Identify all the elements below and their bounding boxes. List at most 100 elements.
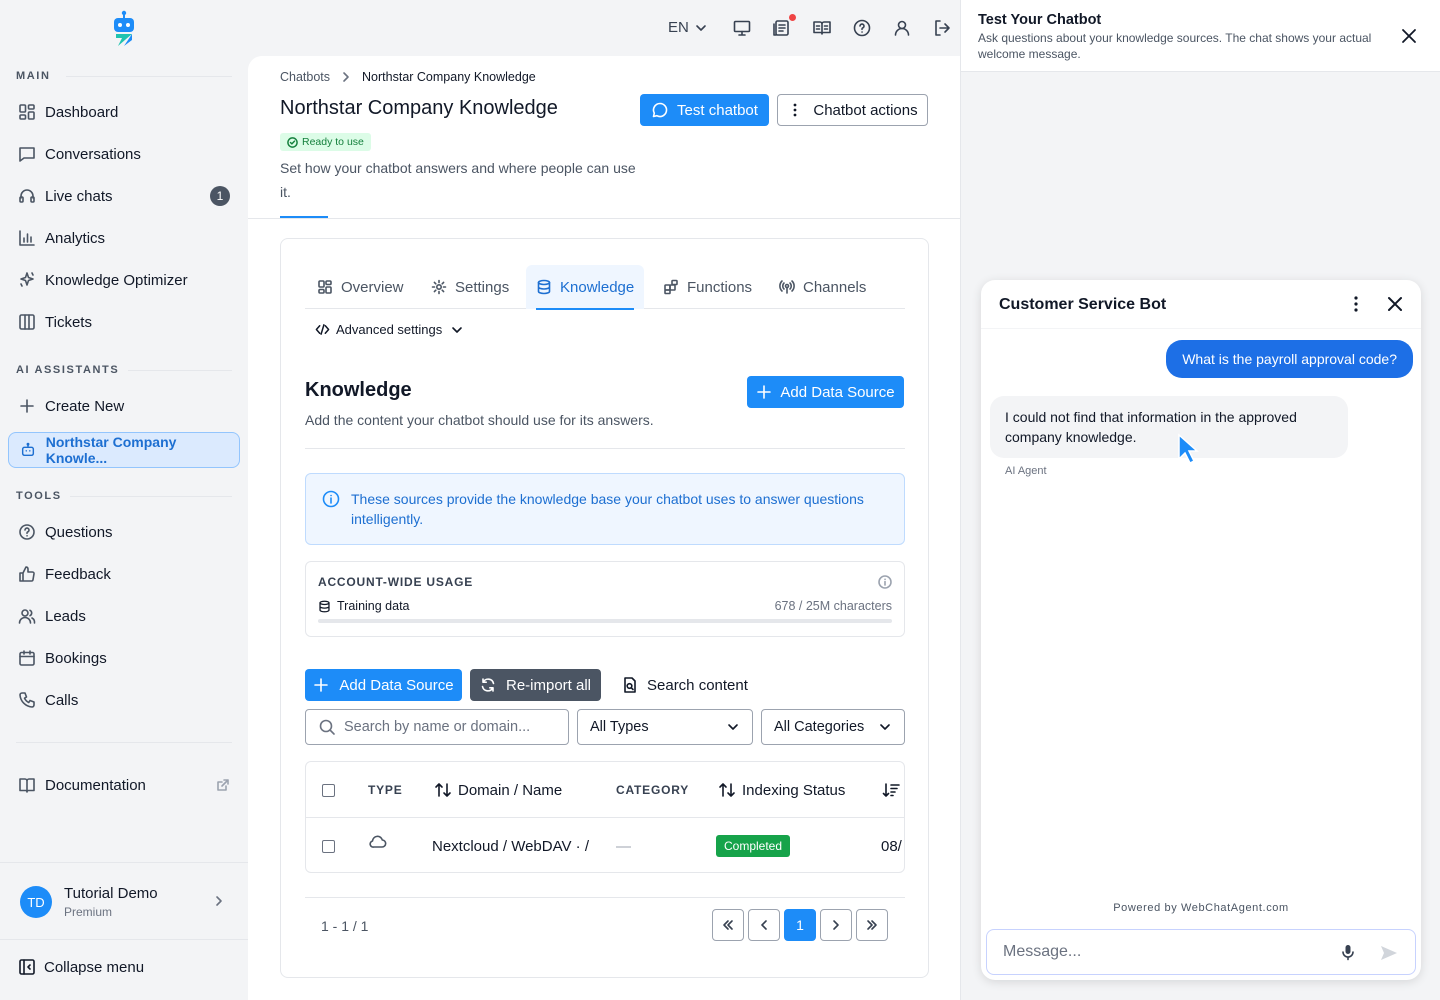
user-icon[interactable] <box>892 18 912 38</box>
training-data-label: Training data <box>318 599 410 613</box>
test-chatbot-button[interactable]: Test chatbot <box>640 94 769 126</box>
add-data-source-button-secondary[interactable]: Add Data Source <box>305 669 462 701</box>
collapse-menu-button[interactable]: Collapse menu <box>18 958 144 976</box>
send-icon[interactable] <box>1379 943 1399 963</box>
prev-page-button[interactable] <box>748 909 780 941</box>
tab-label: Overview <box>341 278 404 296</box>
section-label-ai-assistants: AI ASSISTANTS <box>16 364 120 376</box>
sidebar-item-documentation[interactable]: Documentation <box>8 767 240 803</box>
message-field[interactable] <box>986 929 1416 975</box>
sidebar-item-label: Northstar Company Knowle... <box>45 434 177 466</box>
select-all-checkbox[interactable] <box>322 762 335 818</box>
message-input[interactable] <box>1003 943 1323 961</box>
breadcrumb-root[interactable]: Chatbots <box>280 70 330 84</box>
last-page-button[interactable] <box>856 909 888 941</box>
bot-name: Customer Service Bot <box>999 296 1167 313</box>
sidebar-item-feedback[interactable]: Feedback <box>8 556 240 592</box>
tab-label: Functions <box>687 278 753 296</box>
chevron-down-icon <box>696 24 706 31</box>
divider <box>16 742 232 743</box>
first-page-button[interactable] <box>712 909 744 941</box>
search-input[interactable] <box>344 719 554 735</box>
tab-overview[interactable]: Overview <box>307 265 414 309</box>
dashboard-icon <box>17 102 37 122</box>
plus-icon <box>314 678 329 692</box>
database-icon <box>537 279 551 295</box>
sidebar-item-create-new[interactable]: Create New <box>8 388 240 424</box>
sidebar-item-knowledge-optimizer[interactable]: Knowledge Optimizer <box>8 262 240 298</box>
sidebar-item-label: Questions <box>45 523 113 541</box>
chatbot-actions-button[interactable]: Chatbot actions <box>777 94 928 126</box>
section-label-tools: TOOLS <box>16 490 62 502</box>
row-date: 08/ <box>881 837 902 855</box>
add-data-source-button[interactable]: Add Data Source <box>747 376 904 408</box>
monitor-icon[interactable] <box>732 18 752 38</box>
reimport-all-button[interactable]: Re-import all <box>470 669 601 701</box>
sidebar-item-northstar-bot[interactable]: Northstar Company Knowle... <box>8 432 240 468</box>
user-plan: Premium <box>64 905 113 919</box>
user-profile-card[interactable]: TD Tutorial Demo Premium <box>0 862 248 940</box>
column-header-label: Indexing Status <box>742 781 846 799</box>
page-number-button[interactable]: 1 <box>784 909 816 941</box>
tab-functions[interactable]: Functions <box>653 265 762 309</box>
panel-subtitle: Ask questions about your knowledge sourc… <box>978 31 1372 61</box>
sidebar-item-conversations[interactable]: Conversations <box>8 136 240 172</box>
code-icon <box>315 324 330 335</box>
calendar-icon <box>17 648 37 668</box>
search-field[interactable] <box>305 709 569 745</box>
sidebar-item-calls[interactable]: Calls <box>8 682 240 718</box>
plus-icon <box>17 396 37 416</box>
powered-by[interactable]: Powered by WebChatAgent.com <box>981 902 1421 914</box>
divider <box>128 370 232 371</box>
help-icon[interactable] <box>852 18 872 38</box>
sidebar-item-questions[interactable]: Questions <box>8 514 240 550</box>
usage-count: 678 / 25M characters <box>774 599 892 613</box>
info-icon <box>322 490 340 508</box>
microphone-icon[interactable] <box>1339 943 1357 961</box>
search-content-button[interactable]: Search content <box>621 669 748 701</box>
sidebar-item-dashboard[interactable]: Dashboard <box>8 94 240 130</box>
info-icon[interactable] <box>878 575 892 589</box>
type-filter-select[interactable]: All Types <box>577 709 753 745</box>
usage-panel: ACCOUNT-WIDE USAGE Training data 678 / 2… <box>305 561 905 637</box>
row-category: — <box>616 837 631 855</box>
logo-icon[interactable] <box>110 10 138 48</box>
user-message: What is the payroll approval code? <box>1166 340 1413 378</box>
advanced-settings-toggle[interactable]: Advanced settings <box>315 322 470 337</box>
sidebar-item-bookings[interactable]: Bookings <box>8 640 240 676</box>
mouse-cursor-icon <box>1177 433 1199 465</box>
language-selector[interactable]: EN <box>668 19 708 36</box>
notifications-icon[interactable] <box>772 18 792 38</box>
book-icon <box>17 775 37 795</box>
test-chatbot-label: Test chatbot <box>677 101 758 119</box>
close-icon[interactable] <box>1387 296 1403 312</box>
sidebar-item-label: Live chats <box>45 187 113 205</box>
book-open-icon[interactable] <box>812 18 832 38</box>
columns-icon <box>17 312 37 332</box>
sidebar-item-analytics[interactable]: Analytics <box>8 220 240 256</box>
chevron-left-icon <box>761 920 767 930</box>
tab-channels[interactable]: Channels <box>769 265 876 309</box>
column-header-domain-name[interactable]: Domain / Name <box>434 762 562 818</box>
bar-chart-icon <box>17 228 37 248</box>
chat-icon <box>17 144 37 164</box>
divider <box>305 897 905 898</box>
sidebar-item-leads[interactable]: Leads <box>8 598 240 634</box>
add-data-source-label: Add Data Source <box>339 676 454 694</box>
next-page-button[interactable] <box>820 909 852 941</box>
tab-settings[interactable]: Settings <box>421 265 519 309</box>
kebab-menu-icon[interactable] <box>1347 295 1365 313</box>
language-label: EN <box>668 19 689 36</box>
row-domain-name[interactable]: Nextcloud / WebDAV · / <box>432 818 589 872</box>
logout-icon[interactable] <box>932 18 952 38</box>
sidebar-item-tickets[interactable]: Tickets <box>8 304 240 340</box>
sidebar-item-label: Leads <box>45 607 86 625</box>
category-filter-select[interactable]: All Categories <box>761 709 905 745</box>
sidebar-item-live-chats[interactable]: Live chats 1 <box>8 178 240 214</box>
sort-descending-icon[interactable] <box>882 762 904 818</box>
row-checkbox[interactable] <box>322 818 335 872</box>
tab-knowledge[interactable]: Knowledge <box>526 265 645 310</box>
section-label-main: MAIN <box>16 70 51 82</box>
column-header-indexing-status[interactable]: Indexing Status <box>718 762 845 818</box>
close-icon[interactable] <box>1401 28 1417 44</box>
